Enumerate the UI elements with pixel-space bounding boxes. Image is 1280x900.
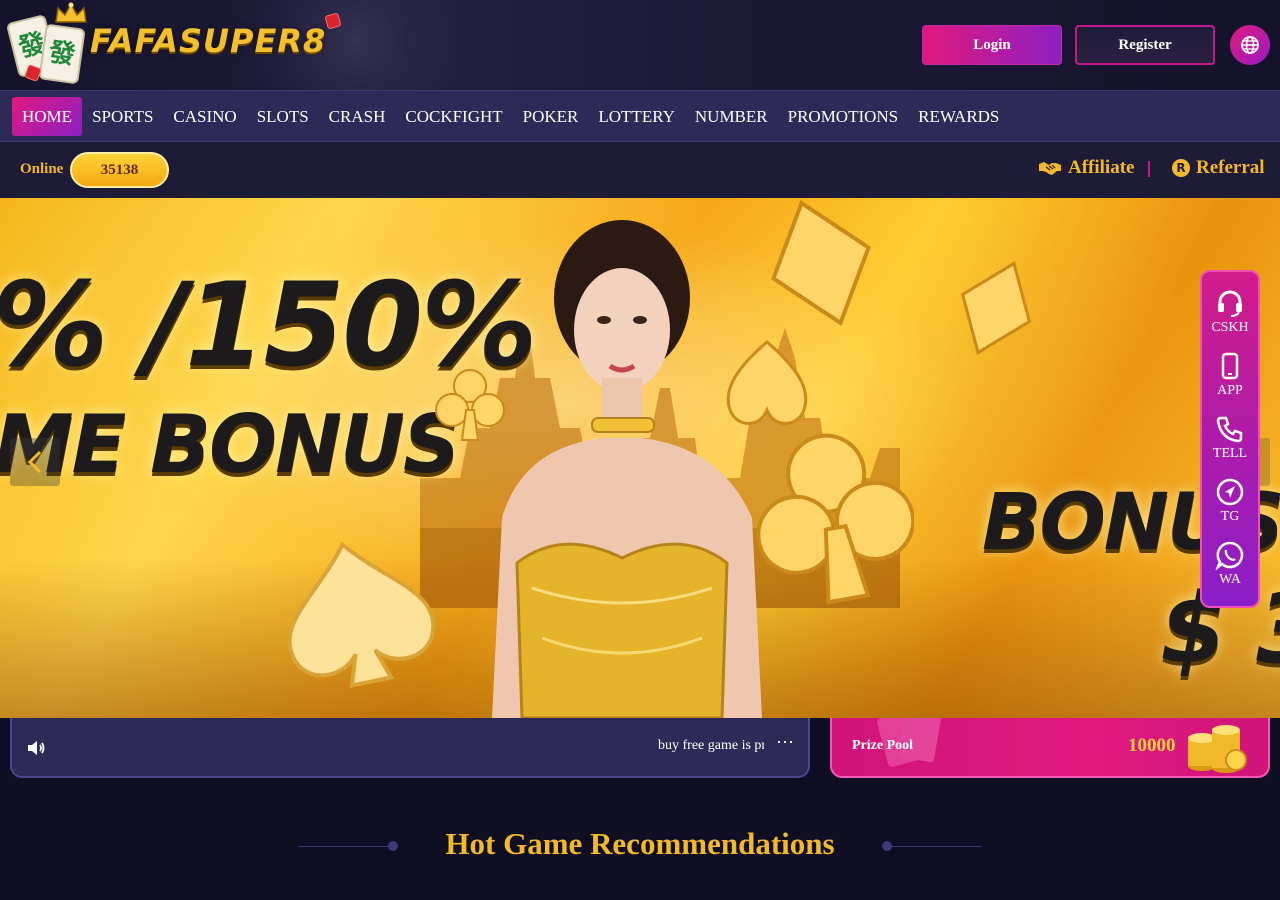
promo-banner[interactable]: % /150% ME BONUS BONUS $ 3	[0, 198, 1280, 718]
announcement-text: buy free game is pr	[658, 738, 764, 753]
coin-stack-icon	[1188, 725, 1247, 773]
dock-label: TELL	[1212, 446, 1248, 461]
dock-item-wa[interactable]: WA	[1202, 540, 1258, 600]
banner-headline-bottom: ME BONUS	[0, 398, 461, 491]
nav-item-promotions[interactable]: PROMOTIONS	[778, 97, 909, 136]
speaker-icon[interactable]	[26, 738, 46, 758]
whatsapp-icon	[1215, 541, 1244, 570]
nav-item-lottery[interactable]: LOTTERY	[588, 97, 685, 136]
online-count-badge: 35138	[70, 152, 169, 188]
prize-pool-card: Prize Pool 10000	[830, 718, 1270, 778]
announcement-marquee: buy free game is pr ⋯	[10, 718, 810, 778]
divider	[1148, 161, 1150, 177]
referral-label: Referral	[1196, 157, 1265, 178]
affiliate-label: Affiliate	[1068, 157, 1135, 178]
side-contact-dock: CSKH APP TELL TG WA	[1200, 270, 1260, 608]
nav-list: HOME SPORTS CASINO SLOTS CRASH COCKFIGHT POKER…	[12, 97, 1009, 136]
dock-item-app[interactable]: APP	[1202, 351, 1258, 411]
referral-link[interactable]: R Referral	[1172, 157, 1265, 179]
nav-item-rewards[interactable]: REWARDS	[908, 97, 1009, 136]
globe-icon	[1241, 36, 1259, 54]
header: 發 發 FAFASUPER8 Login Register	[0, 0, 1280, 90]
dock-item-tg[interactable]: TG	[1202, 477, 1258, 537]
site-logo[interactable]: 發 發 FAFASUPER8	[5, 2, 350, 86]
brand-name: FAFASUPER8	[90, 22, 327, 60]
chevron-left-icon	[27, 450, 42, 474]
more-icon[interactable]: ⋯	[776, 732, 795, 753]
dock-item-cskh[interactable]: CSKH	[1202, 288, 1258, 348]
info-bar: Online 35138 Affiliate R Referral	[0, 142, 1280, 198]
nav-item-casino[interactable]: CASINO	[163, 97, 246, 136]
nav-item-poker[interactable]: POKER	[513, 97, 589, 136]
prize-pool-value: 10000	[1128, 735, 1176, 756]
dock-label: APP	[1217, 383, 1243, 398]
telegram-icon	[1216, 478, 1244, 506]
referral-icon: R	[1172, 159, 1190, 177]
nav-item-crash[interactable]: CRASH	[319, 97, 396, 136]
nav-item-home[interactable]: HOME	[12, 97, 83, 136]
banner-prev-button[interactable]	[10, 438, 60, 486]
section-title: Hot Game Recommendations	[445, 826, 835, 861]
nav-item-number[interactable]: NUMBER	[685, 97, 778, 136]
dock-label: TG	[1220, 509, 1240, 524]
mahjong-tile: 發	[38, 23, 86, 85]
headset-icon	[1218, 290, 1242, 317]
affiliate-link[interactable]: Affiliate	[1038, 157, 1134, 179]
phone-call-icon	[1216, 416, 1243, 443]
language-button[interactable]	[1230, 25, 1270, 65]
register-button[interactable]: Register	[1075, 25, 1215, 65]
main-nav: HOME SPORTS CASINO SLOTS CRASH COCKFIGHT POKER…	[0, 90, 1280, 142]
dock-label: CSKH	[1211, 320, 1249, 335]
phone-device-icon	[1221, 352, 1239, 380]
spade-icon	[287, 541, 436, 688]
prize-pool-label: Prize Pool	[852, 738, 914, 753]
nav-item-slots[interactable]: SLOTS	[247, 97, 319, 136]
diamond-icon	[960, 261, 1032, 355]
nav-item-cockfight[interactable]: COCKFIGHT	[395, 97, 512, 136]
nav-item-sports[interactable]: SPORTS	[82, 97, 163, 136]
login-button[interactable]: Login	[922, 25, 1062, 65]
dock-label: WA	[1219, 572, 1241, 587]
handshake-icon	[1039, 162, 1061, 175]
crown-icon	[55, 2, 87, 23]
model-illustration	[492, 220, 762, 718]
dock-item-tell[interactable]: TELL	[1202, 414, 1258, 474]
dice-icon	[324, 12, 342, 30]
online-label: Online	[20, 161, 64, 177]
